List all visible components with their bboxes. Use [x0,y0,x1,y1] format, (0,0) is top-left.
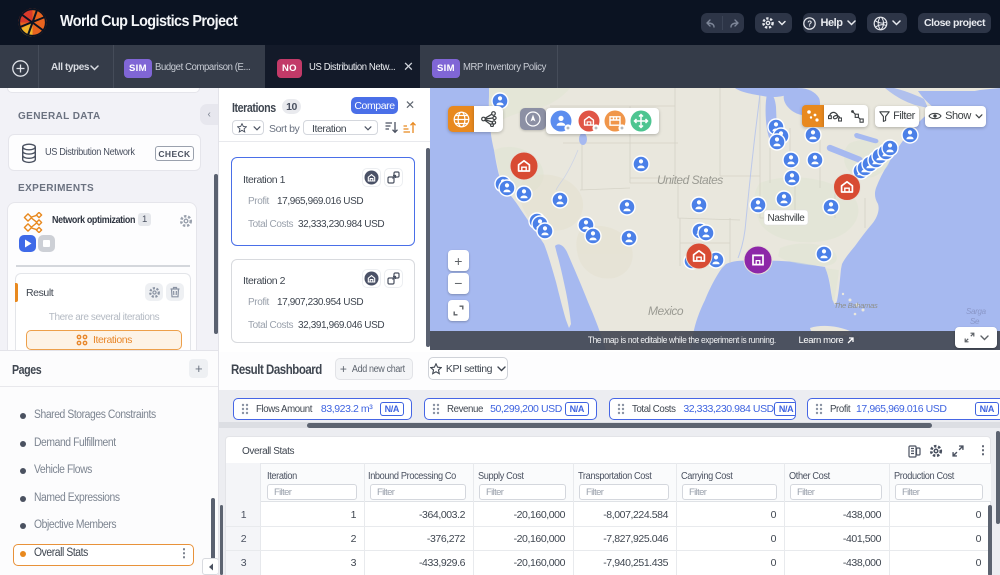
svg-text:Nashville: Nashville [768,213,806,224]
svg-text:United States: United States [657,173,723,187]
svg-text:Se: Se [970,317,980,326]
svg-text:?: ? [808,19,813,28]
svg-text:Mexico: Mexico [648,304,684,318]
svg-text:Sarga: Sarga [966,307,987,316]
svg-text:The Bahamas: The Bahamas [834,301,878,310]
